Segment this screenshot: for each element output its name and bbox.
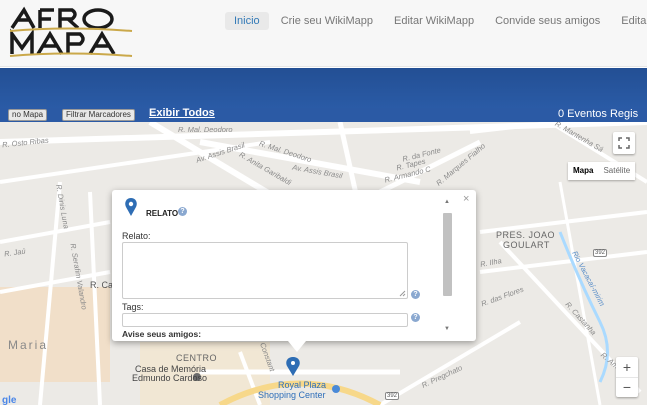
road-badge: 392: [593, 249, 608, 257]
filter-markers-button[interactable]: Filtrar Marcadores: [62, 109, 135, 121]
nav-crie-wikimapp[interactable]: Crie seu WikiMapp: [272, 12, 382, 30]
resize-handle-icon[interactable]: [399, 290, 406, 297]
place-label: CENTRO: [176, 353, 217, 363]
shopping-poi-icon: [332, 385, 340, 393]
map-type-control: Mapa Satélite: [568, 162, 636, 180]
place-label: Maria: [8, 338, 49, 352]
relato-marker-icon: [125, 198, 137, 216]
info-window: RELATO ? × Relato: ? Tags: ? Avise seus …: [112, 190, 476, 352]
scroll-up-icon[interactable]: ▲: [444, 199, 450, 205]
place-label: PRES. JOAO: [496, 230, 556, 240]
fullscreen-icon: [618, 137, 630, 149]
app-root: Inicio Crie seu WikiMapp Editar WikiMapp…: [0, 0, 647, 405]
tags-input[interactable]: [122, 313, 408, 327]
logo-graphic: [8, 4, 134, 58]
map-type-mapa[interactable]: Mapa: [568, 162, 598, 180]
help-icon[interactable]: ?: [178, 207, 187, 216]
nav-editar-wikimapp[interactable]: Editar WikiMapp: [385, 12, 483, 30]
popup-scrollbar[interactable]: ▲ ▼: [442, 198, 453, 336]
map-type-satelite[interactable]: Satélite: [598, 162, 635, 180]
zoom-out-button[interactable]: −: [616, 377, 638, 397]
fullscreen-button[interactable]: [613, 132, 635, 154]
zoom-control: + −: [616, 357, 638, 397]
help-icon[interactable]: ?: [411, 290, 420, 299]
events-count: 0 Eventos Regis: [558, 108, 639, 120]
relato-label: Relato:: [122, 231, 151, 241]
nav-editar-perfil[interactable]: Editar Perfil: [612, 12, 647, 30]
popup-title: RELATO: [146, 209, 179, 218]
google-logo: gle: [2, 395, 17, 405]
no-mapa-button[interactable]: no Mapa: [8, 109, 48, 121]
friends-label: Avise seus amigos:: [122, 329, 202, 339]
help-icon[interactable]: ?: [411, 313, 420, 322]
top-header: Inicio Crie seu WikiMapp Editar WikiMapp…: [0, 0, 647, 67]
nav-convide-amigos[interactable]: Convide seus amigos: [486, 12, 609, 30]
main-nav: Inicio Crie seu WikiMapp Editar WikiMapp…: [225, 11, 647, 31]
scroll-down-icon[interactable]: ▼: [444, 326, 450, 332]
blue-banner: [0, 68, 647, 108]
zoom-in-button[interactable]: +: [616, 357, 638, 377]
place-label: GOULART: [503, 240, 550, 250]
place-label: Royal Plaza: [278, 380, 327, 390]
close-button[interactable]: ×: [463, 193, 469, 205]
road-badge: 392: [385, 392, 400, 400]
place-label: Edmundo Cardoso: [132, 373, 208, 383]
relato-textarea[interactable]: [122, 242, 408, 299]
afromapa-logo[interactable]: [8, 4, 134, 58]
map-toolbar: no Mapa Filtrar Marcadores Exibir Todos …: [0, 107, 647, 122]
place-label: Shopping Center: [258, 390, 326, 400]
street-label: R. Mal. Deodoro: [178, 125, 233, 134]
tags-label: Tags:: [122, 302, 144, 312]
scrollbar-thumb[interactable]: [443, 213, 452, 296]
nav-inicio[interactable]: Inicio: [225, 12, 269, 30]
show-all-link[interactable]: Exibir Todos: [149, 107, 215, 119]
